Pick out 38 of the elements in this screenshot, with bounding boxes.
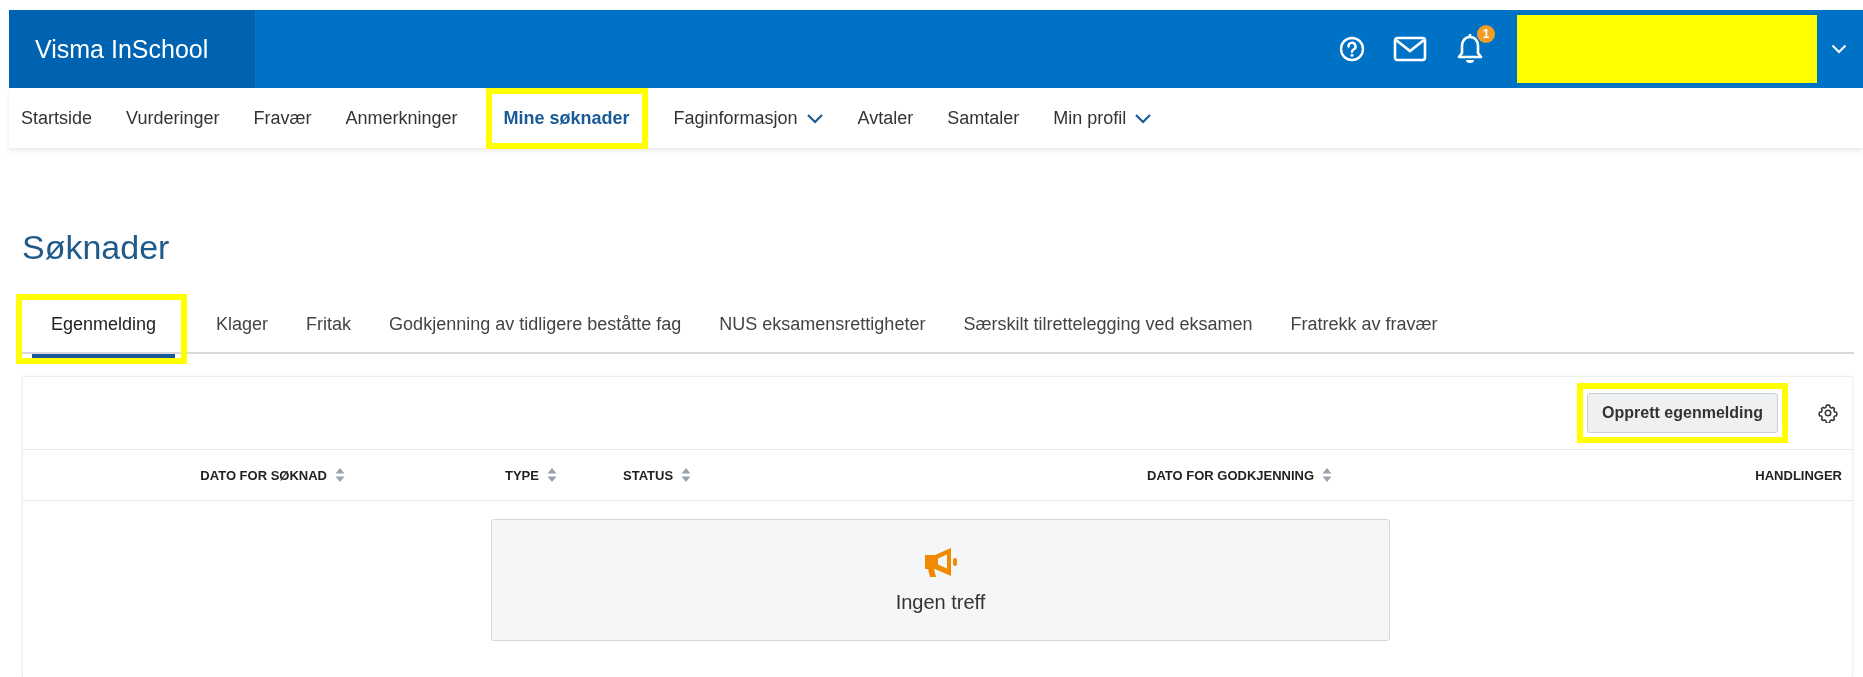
- sort-icon[interactable]: [1322, 468, 1333, 482]
- nav-link[interactable]: Samtaler: [937, 99, 1030, 137]
- nav-link[interactable]: Anmerkninger: [335, 99, 468, 137]
- page-title: Søknader: [22, 228, 171, 268]
- nav-link[interactable]: Vurderinger: [116, 99, 230, 137]
- sort-icon[interactable]: [546, 468, 557, 482]
- column-header[interactable]: DATO FOR SØKNAD: [200, 467, 327, 483]
- create-button[interactable]: Opprett egenmelding: [1587, 393, 1778, 433]
- mail-icon[interactable]: [1393, 36, 1427, 62]
- help-icon[interactable]: [1339, 36, 1365, 62]
- notification-badge: 1: [1477, 25, 1495, 43]
- nav-link[interactable]: Faginformasjon: [663, 99, 834, 137]
- bell-icon[interactable]: [1455, 33, 1485, 65]
- app-title[interactable]: Visma InSchool: [35, 34, 209, 64]
- nav-link[interactable]: Fravær: [243, 99, 322, 137]
- tab[interactable]: Særskilt tilrettelegging ved eksamen: [944, 304, 1272, 352]
- tab[interactable]: NUS eksamensrettigheter: [700, 304, 945, 352]
- chevron-down-icon: [1134, 112, 1153, 124]
- column-header: HANDLINGER: [1755, 467, 1842, 483]
- tab[interactable]: Fratrekk av fravær: [1271, 304, 1457, 352]
- sort-icon[interactable]: [681, 468, 692, 482]
- nav-link[interactable]: Startside: [11, 99, 103, 137]
- column-header[interactable]: TYPE: [505, 467, 539, 483]
- chevron-down-icon[interactable]: [1831, 44, 1847, 54]
- nav-link[interactable]: Mine søknader: [493, 99, 640, 137]
- column-header[interactable]: DATO FOR GODKJENNING: [1147, 467, 1315, 483]
- chevron-down-icon: [805, 112, 824, 124]
- nav-link[interactable]: Min profil: [1043, 99, 1163, 137]
- sort-icon[interactable]: [335, 468, 345, 482]
- tab[interactable]: Fritak: [287, 304, 371, 352]
- nav-link[interactable]: Avtaler: [847, 99, 924, 137]
- tab[interactable]: Klager: [197, 304, 288, 352]
- settings-icon[interactable]: [1818, 403, 1838, 423]
- tab[interactable]: Godkjenning av tidligere beståtte fag: [370, 304, 701, 352]
- column-header[interactable]: STATUS: [623, 467, 674, 483]
- tab[interactable]: Egenmelding: [32, 304, 176, 358]
- megaphone-icon: [922, 546, 959, 579]
- empty-message: Ingen treff: [895, 590, 986, 614]
